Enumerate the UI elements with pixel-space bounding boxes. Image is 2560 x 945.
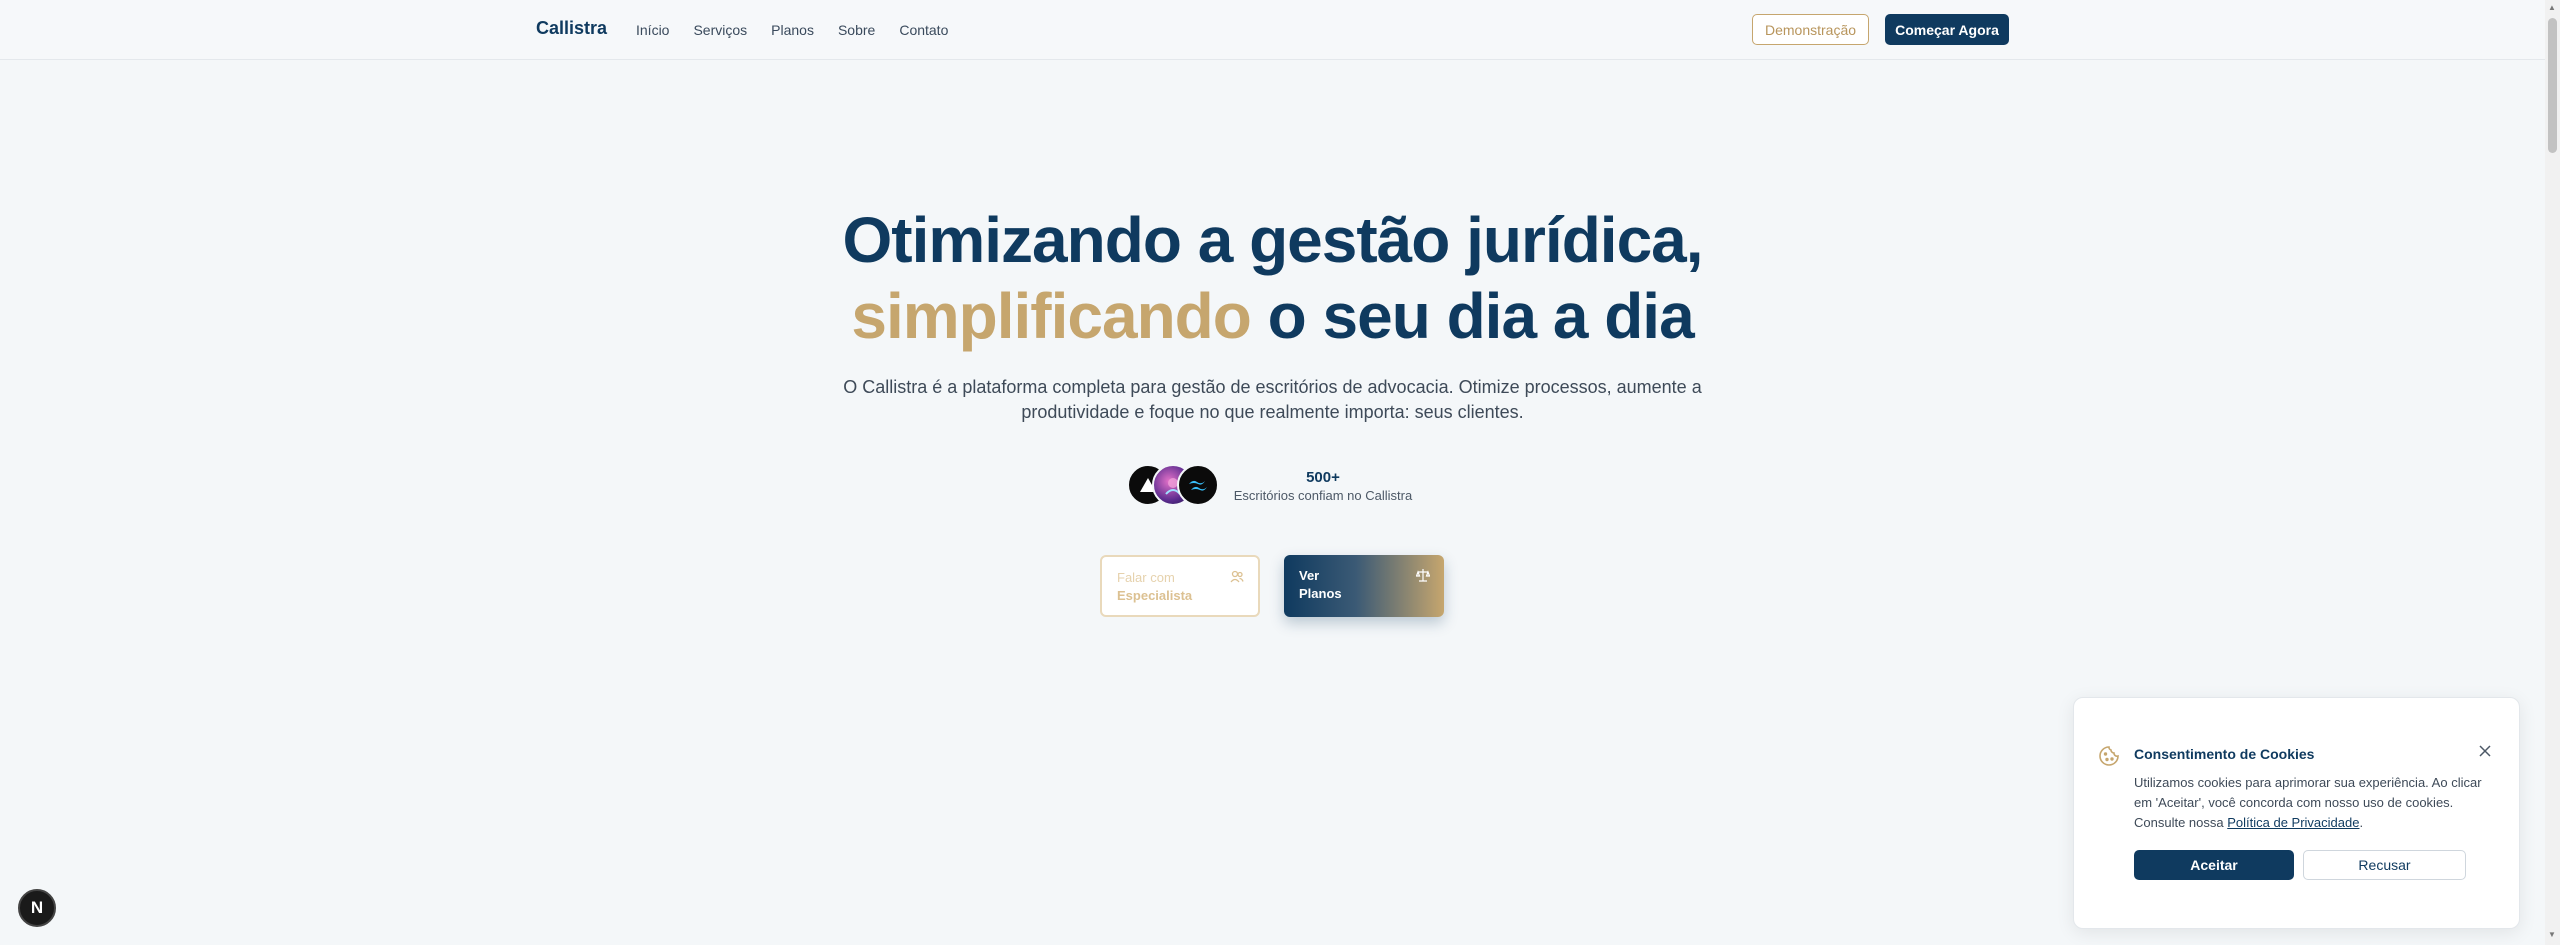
talk-to-specialist-button[interactable]: Falar com Especialista — [1100, 555, 1260, 617]
nav-link-sobre[interactable]: Sobre — [838, 22, 875, 38]
cta-plans-line2: Planos — [1299, 586, 1342, 601]
hero-title-highlight: simplificando — [851, 280, 1251, 352]
nav-link-inicio[interactable]: Início — [636, 22, 669, 38]
client-avatars — [1127, 464, 1223, 506]
scroll-down-icon[interactable]: ▼ — [2548, 930, 2556, 939]
nav-link-contato[interactable]: Contato — [899, 22, 948, 38]
close-icon[interactable] — [2478, 744, 2492, 763]
reject-cookies-button[interactable]: Recusar — [2303, 850, 2466, 880]
nav-links: Início Serviços Planos Sobre Contato — [636, 22, 948, 38]
brand-logo[interactable]: Callistra — [536, 18, 607, 39]
hero-title: Otimizando a gestão jurídica, simplifica… — [0, 202, 2545, 354]
nav-link-servicos[interactable]: Serviços — [693, 22, 747, 38]
start-now-button[interactable]: Começar Agora — [1885, 14, 2009, 45]
hero-title-line1: Otimizando a gestão jurídica, — [842, 204, 1703, 276]
cookie-consent-dialog: Consentimento de Cookies Utilizamos cook… — [2073, 697, 2520, 929]
view-plans-button[interactable]: Ver Planos — [1284, 555, 1444, 617]
cta-plans-line1: Ver — [1299, 568, 1320, 583]
scale-icon — [1415, 568, 1431, 587]
top-navbar: Callistra Início Serviços Planos Sobre C… — [0, 0, 2545, 60]
privacy-policy-link[interactable]: Política de Privacidade — [2227, 815, 2359, 830]
users-icon — [1230, 570, 1244, 589]
cookie-icon — [2098, 745, 2120, 772]
page-scrollbar[interactable]: ▲ ▼ — [2545, 0, 2560, 945]
cta-specialist-line1: Falar com — [1117, 570, 1175, 585]
nextjs-dev-badge[interactable]: N — [18, 889, 56, 927]
nav-link-planos[interactable]: Planos — [771, 22, 814, 38]
scrollbar-thumb[interactable] — [2548, 18, 2557, 153]
cookie-text-end: . — [2359, 815, 2364, 830]
cookie-title: Consentimento de Cookies — [2134, 746, 2315, 762]
tailwind-logo-icon — [1177, 464, 1219, 506]
hero-subtitle: O Callistra é a plataforma completa para… — [843, 377, 1702, 422]
demo-button[interactable]: Demonstração — [1752, 14, 1869, 45]
accept-cookies-button[interactable]: Aceitar — [2134, 850, 2294, 880]
scroll-up-icon[interactable]: ▲ — [2548, 3, 2556, 12]
trust-label: Escritórios confiam no Callistra — [1233, 488, 1413, 503]
trust-count: 500+ — [1306, 469, 1340, 486]
cookie-text: Utilizamos cookies para aprimorar sua ex… — [2134, 773, 2494, 833]
cta-specialist-line2: Especialista — [1117, 588, 1193, 603]
hero-title-rest: o seu dia a dia — [1250, 280, 1695, 352]
